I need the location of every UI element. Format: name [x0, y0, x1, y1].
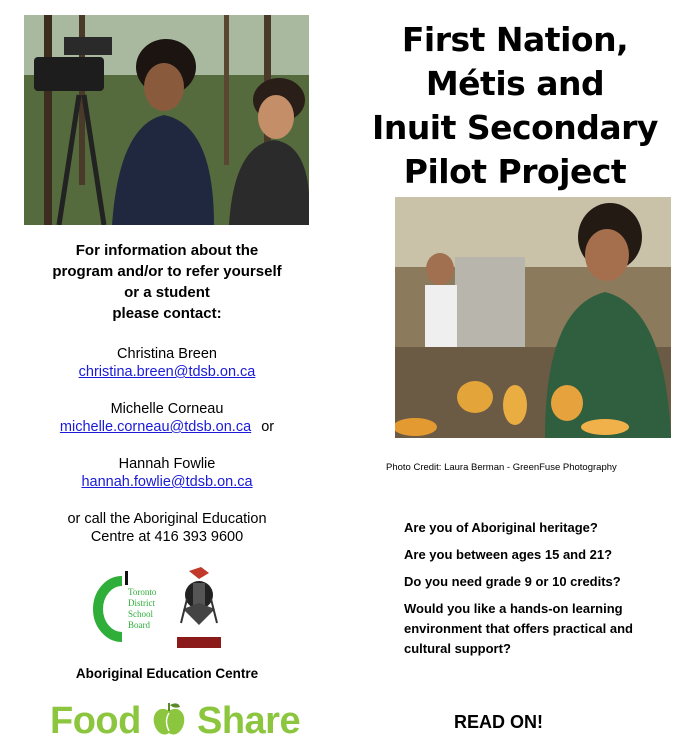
contact-email-link[interactable]: hannah.fowlie@tdsb.on.ca	[81, 474, 252, 490]
kitchen-cooking-photo	[395, 197, 671, 438]
title-line: Métis and	[425, 64, 605, 103]
contact-heading: For information about the program and/or…	[22, 240, 312, 324]
contact-heading-line: or a student	[124, 284, 210, 301]
page-title: First Nation, Métis and Inuit Secondary …	[350, 18, 677, 194]
contact-name: Hannah Fowlie	[118, 456, 216, 472]
call-info: or call the Aboriginal Education Centre …	[22, 510, 312, 546]
or-text: or	[261, 419, 275, 435]
students-filming-photo	[24, 15, 309, 225]
contact-name: Christina Breen	[117, 346, 217, 362]
contact-email-link[interactable]: michelle.corneau@tdsb.on.ca	[60, 419, 251, 435]
foodshare-text-right: Share	[196, 700, 301, 742]
contact-email-link[interactable]: christina.breen@tdsb.on.ca	[79, 364, 256, 380]
question-item: Are you between ages 15 and 21?	[404, 547, 613, 562]
call-line: or call the Aboriginal Education	[67, 511, 267, 527]
tdsb-logo-text: District	[128, 598, 155, 608]
contact-person: Hannah Fowlie hannah.fowlie@tdsb.on.ca	[22, 455, 312, 491]
aec-label: Aboriginal Education Centre	[75, 666, 259, 681]
contact-heading-line: For information about the	[75, 242, 259, 259]
foodshare-text-left: Food	[50, 700, 141, 742]
contact-person: Michelle Corneau michelle.corneau@tdsb.o…	[22, 400, 312, 436]
apple-icon	[152, 701, 186, 747]
question-item: Are you of Aboriginal heritage?	[404, 520, 598, 535]
title-line: Pilot Project	[403, 152, 627, 191]
tdsb-logo: Toronto District School Board	[88, 567, 168, 643]
question-item: Would you like a hands-on learning envir…	[404, 601, 633, 656]
title-line: First Nation,	[401, 20, 629, 59]
foodshare-logo: Food Share	[50, 700, 301, 747]
contact-person: Christina Breen christina.breen@tdsb.on.…	[22, 345, 312, 381]
contact-heading-line: program and/or to refer yourself	[52, 263, 282, 280]
tdsb-logo-text: School	[128, 609, 154, 619]
tdsb-logo-text: Toronto	[128, 587, 157, 597]
call-line: Centre at 416 393 9600	[90, 529, 244, 545]
photo-credit: Photo Credit: Laura Berman - GreenFuse P…	[386, 462, 617, 473]
contact-heading-line: please contact:	[112, 305, 222, 322]
aec-emblem	[175, 565, 223, 650]
tdsb-logo-text: Board	[128, 620, 150, 630]
title-line: Inuit Secondary	[372, 108, 658, 147]
contact-name: Michelle Corneau	[110, 401, 224, 417]
question-item: Do you need grade 9 or 10 credits?	[404, 574, 621, 589]
read-on-text: READ ON!	[454, 712, 543, 732]
questions-list: Are you of Aboriginal heritage? Are you …	[404, 518, 674, 666]
